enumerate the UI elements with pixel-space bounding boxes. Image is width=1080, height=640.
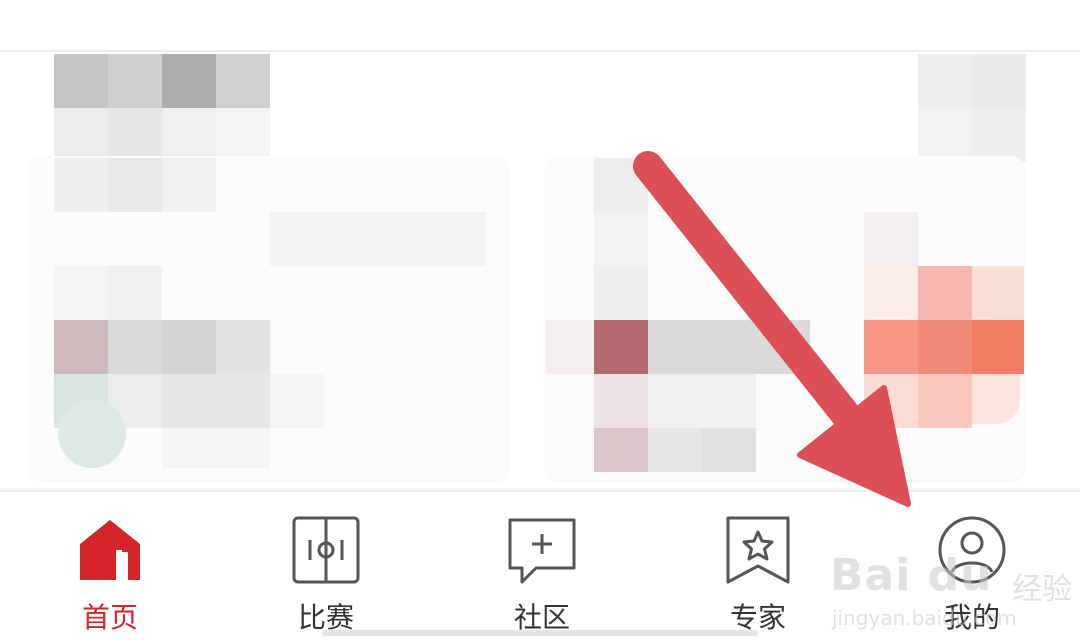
app-screen: 首页 比赛 社区 专家 我的 Bai du 经验 jingyan.baidu.c… [0, 0, 1080, 640]
content-feed [0, 52, 1080, 488]
tab-community[interactable]: 社区 [434, 492, 650, 640]
profile-icon [938, 516, 1006, 584]
bottom-tab-bar: 首页 比赛 社区 专家 我的 [0, 490, 1080, 640]
content-card-middle[interactable] [546, 156, 1024, 480]
expert-star-icon [726, 516, 790, 584]
content-card-left[interactable] [30, 156, 508, 480]
home-indicator[interactable] [322, 630, 758, 636]
tab-profile[interactable]: 我的 [864, 492, 1080, 640]
tab-label-profile: 我的 [943, 601, 1000, 634]
home-icon [80, 520, 140, 580]
match-field-icon [292, 516, 360, 584]
tab-home[interactable]: 首页 [2, 492, 218, 640]
tab-label-home: 首页 [81, 601, 138, 634]
tab-matches[interactable]: 比赛 [218, 492, 434, 640]
blurred-avatar-block [54, 54, 270, 162]
tab-experts[interactable]: 专家 [650, 492, 866, 640]
top-strip [0, 0, 1080, 52]
community-chat-icon [508, 518, 576, 584]
blurred-image-top-right [918, 54, 1026, 162]
